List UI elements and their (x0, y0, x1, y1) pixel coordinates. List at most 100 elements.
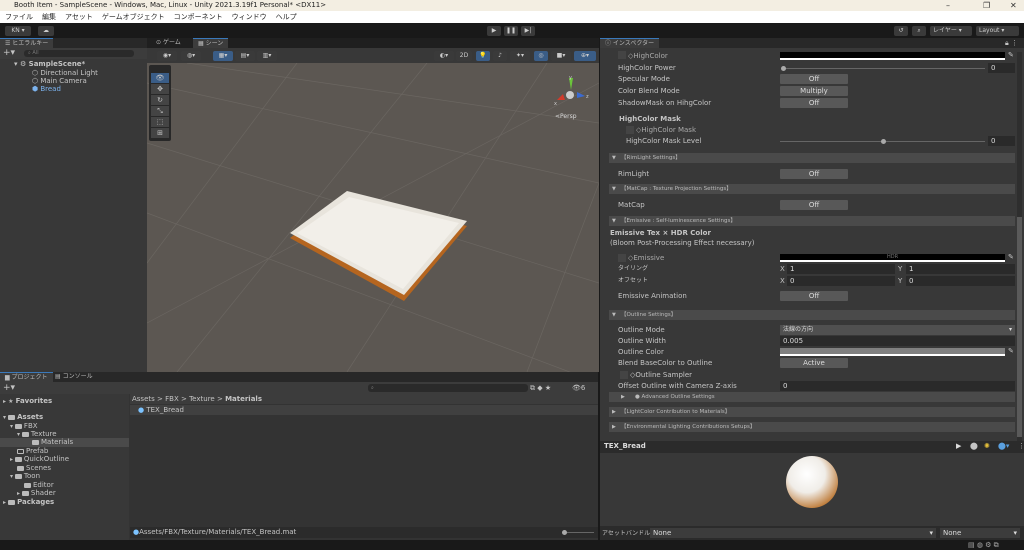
hidden-packages-toggle[interactable]: 👁︎6 (572, 384, 585, 392)
rimlight-button[interactable]: Off (780, 169, 848, 179)
eyedropper-icon[interactable]: ✎ (1008, 253, 1014, 261)
outline-section[interactable]: ▼ 【Outline Settings】 (609, 310, 1015, 320)
preview-shape-dropdown[interactable]: ⬤▾ (998, 442, 1009, 450)
highcolor-mask-slot[interactable] (626, 126, 634, 134)
outline-color-field[interactable] (780, 348, 1005, 356)
preview-play-icon[interactable]: ▶ (956, 442, 961, 450)
menu-assets[interactable]: アセット (65, 13, 93, 21)
status-icons[interactable]: ▤ ◍ ⚙ ⧉ (968, 541, 999, 550)
orientation-gizmo[interactable]: y x z (551, 74, 591, 110)
cloud-button[interactable]: ☁ (38, 26, 54, 36)
menu-gameobject[interactable]: ゲームオブジェクト (102, 13, 165, 21)
grid-snap-button[interactable]: ▦▾ (213, 51, 233, 61)
minimize-button[interactable]: – (946, 0, 950, 11)
lightcolor-section[interactable]: ▶ 【LightColor Contribution to Materials】 (609, 407, 1015, 417)
offset-z-input[interactable]: 0 (780, 381, 1015, 391)
2d-toggle[interactable]: 2D (456, 51, 472, 61)
project-search-input[interactable]: ⌕ (368, 384, 528, 392)
inspector-scrollbar[interactable] (1017, 52, 1022, 442)
environmental-section[interactable]: ▶ 【Environmental Lighting Contributions S… (609, 422, 1015, 432)
layout-dropdown[interactable]: Layout ▾ (976, 26, 1019, 36)
hidden-objects-toggle[interactable]: ◎ (534, 51, 548, 61)
eyedropper-icon[interactable]: ✎ (1008, 51, 1014, 59)
snap-dropdown[interactable]: ▤▾ (235, 51, 255, 61)
blend-basecolor-button[interactable]: Active (780, 358, 848, 368)
scale-tool-icon[interactable]: ⤡ (151, 106, 169, 116)
rotate-tool-icon[interactable]: ↻ (151, 95, 169, 105)
create-button[interactable]: +▾ (3, 382, 15, 394)
menu-file[interactable]: ファイル (5, 13, 33, 21)
tab-inspector[interactable]: ⓘ インスペクター (600, 38, 660, 48)
emissive-hdr-color-field[interactable]: HDR (780, 254, 1005, 262)
highcolor-tex-slot[interactable] (618, 51, 626, 59)
gizmos-dropdown[interactable]: ⊕▾ (574, 51, 596, 61)
folder-materials[interactable]: Materials (0, 438, 129, 447)
assetbundle-name-dropdown[interactable]: None ▾ (650, 528, 936, 538)
eyedropper-icon[interactable]: ✎ (1008, 347, 1014, 355)
shadowmask-button[interactable]: Off (780, 98, 848, 108)
close-button[interactable]: ✕ (1010, 0, 1017, 11)
tiling-y-input[interactable]: 1 (906, 264, 1015, 274)
projection-label[interactable]: ⋖Persp (555, 113, 577, 120)
audio-toggle[interactable]: ♪ (493, 51, 507, 61)
layers-dropdown[interactable]: レイヤー ▾ (930, 26, 972, 36)
preview-light-icon[interactable]: ✺ (984, 442, 990, 450)
emissive-tex-slot[interactable] (618, 254, 626, 262)
outline-width-input[interactable]: 0.005 (780, 336, 1015, 346)
camera-dropdown[interactable]: ■▾ (551, 51, 571, 61)
offset-x-input[interactable]: 0 (787, 276, 895, 286)
outline-mode-dropdown[interactable]: 法線の方向 ▾ (780, 325, 1015, 335)
breadcrumb-fbx[interactable]: FBX (165, 395, 179, 403)
effects-dropdown[interactable]: ✦▾ (510, 51, 530, 61)
offset-y-input[interactable]: 0 (906, 276, 1015, 286)
menu-edit[interactable]: 編集 (42, 13, 56, 21)
tab-project[interactable]: ▆ プロジェクト (0, 372, 53, 382)
step-button[interactable]: ▶| (521, 26, 535, 36)
lock-icon[interactable]: 🔒︎ ⋮ (1005, 39, 1018, 48)
assetbundle-variant-dropdown[interactable]: None ▾ (940, 528, 1020, 538)
shading-dropdown[interactable]: ◐▾ (434, 51, 454, 61)
matcap-button[interactable]: Off (780, 200, 848, 210)
history-icon[interactable]: ↺ (894, 26, 908, 36)
slider-knob[interactable] (881, 139, 886, 144)
hierarchy-search-input[interactable]: ⌕ All (24, 50, 134, 57)
tab-game[interactable]: ⊙ ゲーム (151, 38, 186, 48)
lighting-toggle[interactable]: 💡 (476, 51, 490, 61)
rect-tool-icon[interactable]: ⬚ (151, 117, 169, 127)
color-blend-mode-button[interactable]: Multiply (780, 86, 848, 96)
folder-quickoutline[interactable]: ▸ QuickOutline (10, 455, 69, 464)
folder-shader[interactable]: ▸ Shader (17, 489, 56, 498)
pause-button[interactable]: ❚❚ (504, 26, 518, 36)
slider-knob[interactable] (781, 66, 786, 71)
account-button[interactable]: KN ▾ (5, 26, 31, 36)
packages-folder[interactable]: ▸ Packages (3, 498, 54, 507)
preview-mesh-icon[interactable]: ⬤ (970, 442, 978, 450)
menu-component[interactable]: コンポーネント (174, 13, 223, 21)
tiling-x-input[interactable]: 1 (787, 264, 895, 274)
folder-toon[interactable]: ▾ Toon (10, 472, 40, 481)
matcap-section[interactable]: ▼ 【MatCap : Texture Projection Settings】 (609, 184, 1015, 194)
material-preview[interactable] (600, 453, 1024, 526)
view-options-dropdown[interactable]: ◍▾ (181, 51, 201, 61)
transform-tool-icon[interactable]: ⊞ (151, 128, 169, 138)
view-tool-icon[interactable]: 👁 (151, 73, 169, 83)
slider-knob[interactable] (562, 530, 567, 535)
breadcrumb-assets[interactable]: Assets (132, 395, 155, 403)
menu-window[interactable]: ウィンドウ (232, 13, 267, 21)
add-button[interactable]: +▾ (3, 48, 15, 59)
rimlight-section[interactable]: ▼ 【RimLight Settings】 (609, 153, 1015, 163)
emissive-animation-button[interactable]: Off (780, 291, 848, 301)
scene-viewport[interactable] (147, 63, 599, 372)
outline-sampler-slot[interactable] (620, 371, 628, 379)
tab-hierarchy[interactable]: ☰ ヒエラルキー (0, 38, 54, 48)
play-button[interactable]: ▶ (487, 26, 501, 36)
emissive-section[interactable]: ▼ 【Emissive : Self-luminescence Settings】 (609, 216, 1015, 226)
breadcrumb-texture[interactable]: Texture (189, 395, 215, 403)
search-filter-icons[interactable]: ⧉ ◆ ★ (530, 384, 551, 393)
search-icon[interactable]: ⌕ (912, 26, 926, 36)
tab-scene[interactable]: ▦ シーン (193, 38, 229, 48)
asset-item[interactable]: ● TEX_Bread (130, 405, 598, 415)
tab-console[interactable]: ▤ コンソール (50, 372, 98, 382)
preview-menu-icon[interactable]: ⋮ (1018, 442, 1024, 450)
breadcrumb-materials[interactable]: Materials (225, 395, 262, 403)
